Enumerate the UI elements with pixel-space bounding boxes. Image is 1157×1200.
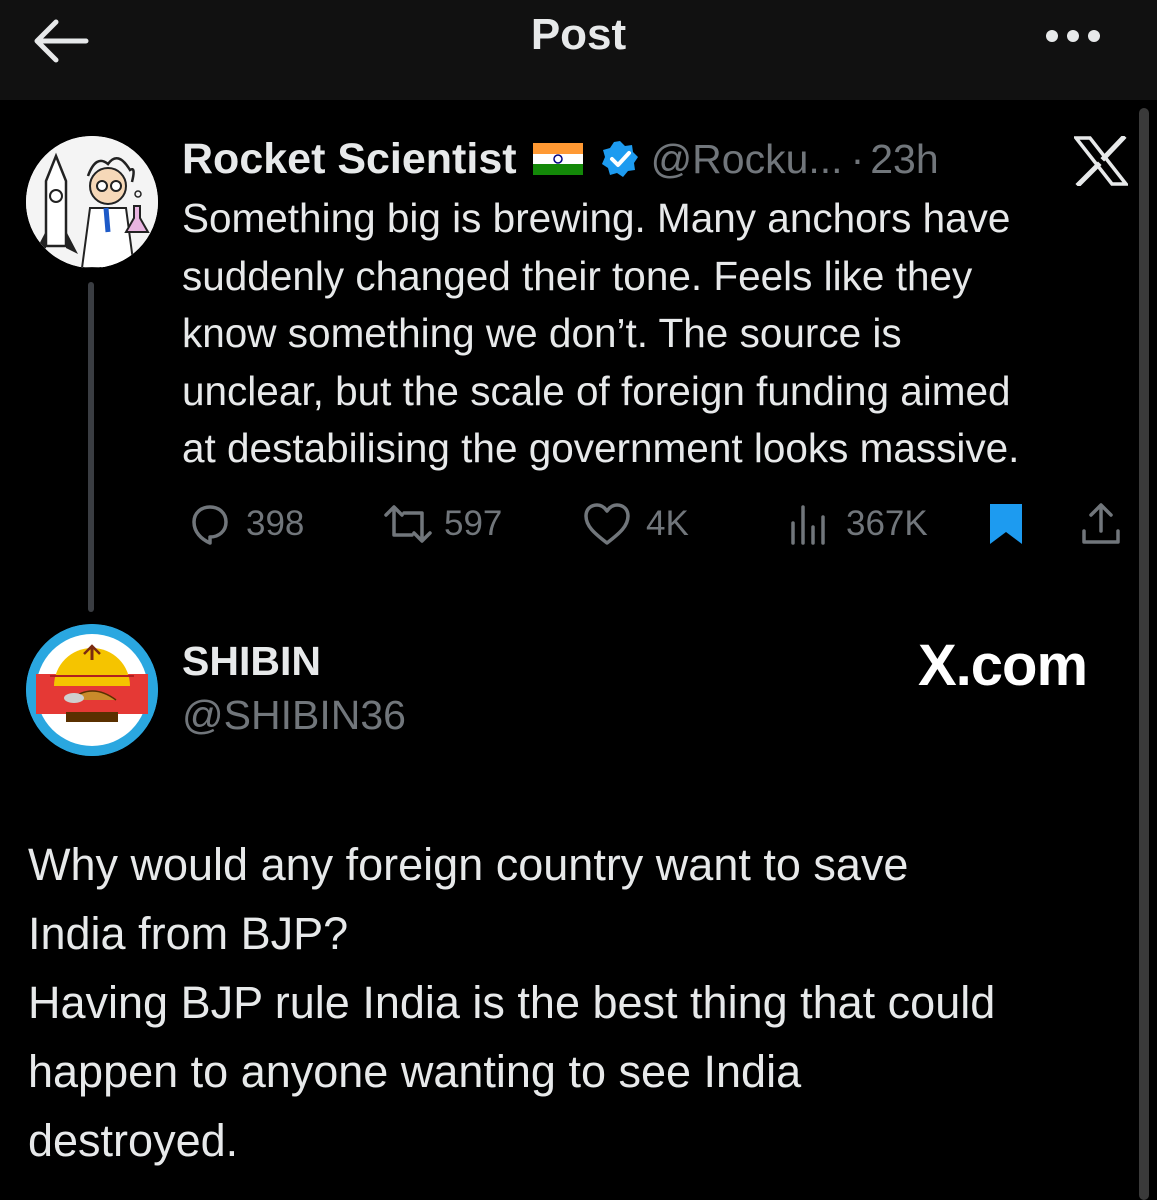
repost-icon — [384, 505, 432, 543]
bookmark-filled-icon — [990, 504, 1022, 544]
reply-author-name[interactable]: SHIBIN — [182, 638, 321, 685]
like-count: 4K — [646, 504, 689, 543]
top-bar: Post — [0, 0, 1157, 100]
more-horizontal-icon — [1046, 30, 1100, 42]
tweet-header: Rocket Scientist @Rocku... · 23h — [182, 132, 939, 186]
heart-icon — [584, 503, 630, 545]
verified-badge-icon — [601, 140, 639, 178]
tweet-text-line: know something we don’t. The source is — [182, 310, 902, 356]
emblem-avatar-icon — [26, 624, 158, 756]
repost-count: 597 — [444, 504, 503, 543]
reply-text-line: happen to anyone wanting to see India — [28, 1046, 802, 1097]
reply-author-handle[interactable]: @SHIBIN36 — [182, 692, 406, 739]
tweet-text-line: Something big is brewing. Many anchors h… — [182, 195, 1011, 241]
reply-icon — [192, 505, 228, 545]
reply-text-line: Why would any foreign country want to sa… — [28, 839, 909, 890]
share-button[interactable] — [1078, 496, 1124, 552]
avatar-rocket-scientist[interactable] — [26, 136, 158, 268]
views-button[interactable]: 367K — [788, 496, 928, 552]
reply-text-line: India from BJP? — [28, 908, 349, 959]
more-button[interactable] — [1040, 22, 1106, 50]
tweet-text: Something big is brewing. Many anchors h… — [182, 190, 1132, 478]
author-name[interactable]: Rocket Scientist — [182, 135, 517, 184]
page-title: Post — [530, 10, 627, 59]
views-count: 367K — [846, 504, 928, 543]
reply-text-line: destroyed. — [28, 1115, 239, 1166]
repost-button[interactable]: 597 — [382, 496, 502, 552]
thread-connector-line — [88, 282, 94, 612]
action-bar: 398 597 4K 367K — [182, 496, 1132, 552]
scientist-avatar-icon — [26, 136, 158, 268]
reply-text: Why would any foreign country want to sa… — [28, 830, 1128, 1175]
reply-text-line: Having BJP rule India is the best thing … — [28, 977, 996, 1028]
like-button[interactable]: 4K — [582, 496, 689, 552]
reply-button[interactable]: 398 — [186, 496, 304, 552]
x-logo-icon — [1072, 134, 1130, 188]
views-chart-icon — [791, 505, 825, 545]
avatar-shibin[interactable] — [26, 624, 158, 756]
reply-count: 398 — [246, 504, 305, 543]
post-time[interactable]: 23h — [870, 136, 938, 183]
india-flag-icon — [532, 143, 583, 175]
tweet-text-line: at destabilising the government looks ma… — [182, 425, 1020, 471]
separator-dot: · — [850, 135, 865, 182]
tweet-text-line: unclear, but the scale of foreign fundin… — [182, 367, 1011, 414]
share-icon — [1082, 503, 1120, 544]
bookmark-button[interactable] — [986, 496, 1026, 552]
author-handle[interactable]: @Rocku... — [651, 136, 843, 183]
x-com-watermark: X.com — [918, 633, 1088, 698]
tweet-text-line: suddenly changed their tone. Feels like … — [182, 252, 973, 299]
scrollbar[interactable] — [1139, 108, 1149, 1200]
